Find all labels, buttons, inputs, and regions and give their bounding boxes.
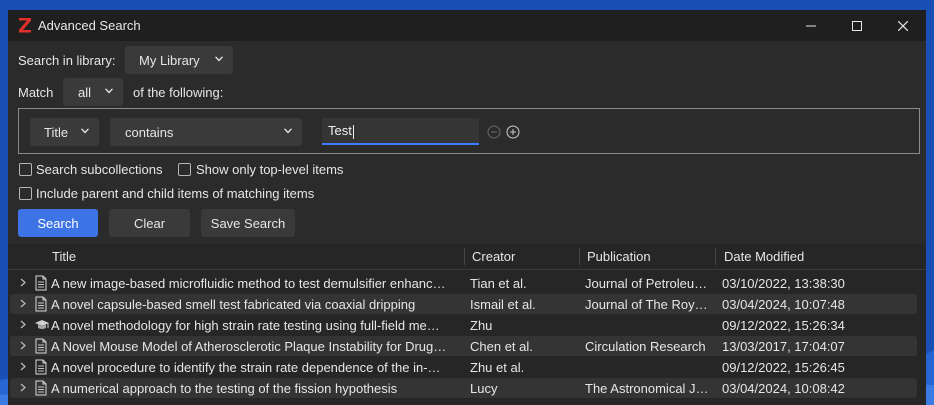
chevron-down-icon (284, 128, 292, 134)
remove-condition-icon[interactable] (487, 125, 501, 139)
cell-publication: The Astronomical J… (585, 381, 709, 396)
conditions-box: Title contains Test (18, 108, 920, 154)
maximize-icon (852, 20, 862, 31)
document-icon (34, 296, 48, 315)
chevron-right-icon[interactable] (20, 341, 26, 350)
match-suffix-label: of the following: (133, 85, 224, 100)
parent-child-label: Include parent and child items of matchi… (36, 186, 315, 201)
cell-publication: Journal of Petroleu… (585, 276, 708, 291)
table-row[interactable]: A new image-based microfluidic method to… (10, 273, 917, 293)
subcollections-label: Search subcollections (36, 162, 163, 177)
cell-date-modified: 09/12/2022, 15:26:45 (722, 360, 845, 375)
table-row[interactable]: A numerical approach to the testing of t… (10, 378, 917, 398)
subcollections-checkbox[interactable] (19, 163, 32, 176)
cell-date-modified: 03/04/2024, 10:08:42 (722, 381, 845, 396)
close-icon (898, 20, 908, 31)
match-mode-value: all (78, 84, 92, 100)
document-icon (34, 380, 48, 399)
table-row[interactable]: A novel methodology for high strain rate… (10, 315, 917, 335)
table-row[interactable]: A novel capsule-based smell test fabrica… (10, 294, 917, 314)
column-divider[interactable] (464, 248, 465, 265)
results-header: Title Creator Publication Date Modified (8, 244, 926, 270)
table-row[interactable]: A novel procedure to identify the strain… (10, 357, 917, 377)
title-bar: Advanced Search (8, 10, 926, 41)
condition-operator-value: contains (125, 124, 174, 140)
minimize-button[interactable] (788, 10, 834, 41)
column-header-title[interactable]: Title (52, 249, 76, 264)
cell-title: A new image-based microfluidic method to… (51, 276, 446, 291)
chevron-right-icon[interactable] (20, 362, 26, 371)
match-mode-select[interactable]: all (63, 78, 123, 106)
column-header-publication[interactable]: Publication (587, 249, 651, 264)
cell-publication: Circulation Research (585, 339, 706, 354)
add-condition-icon[interactable] (506, 125, 520, 139)
cell-creator: Zhu et al. (470, 360, 525, 375)
condition-field-select[interactable]: Title (30, 118, 99, 146)
save-search-button[interactable]: Save Search (201, 209, 295, 237)
results-table: Title Creator Publication Date Modified … (8, 244, 926, 405)
chevron-right-icon[interactable] (20, 299, 26, 308)
text-caret (352, 124, 354, 139)
cell-creator: Lucy (470, 381, 498, 396)
cell-title: A novel procedure to identify the strain… (51, 360, 441, 375)
cell-title: A Novel Mouse Model of Atherosclerotic P… (51, 339, 447, 354)
minimize-icon (806, 25, 816, 26)
cell-date-modified: 03/10/2022, 13:38:30 (722, 276, 845, 291)
cell-creator: Ismail et al. (470, 297, 536, 312)
advanced-search-window: Advanced Search Search in library: My Li… (8, 10, 926, 405)
chevron-right-icon[interactable] (20, 383, 26, 392)
column-header-date-modified[interactable]: Date Modified (724, 249, 804, 264)
cell-title: A novel capsule-based smell test fabrica… (51, 297, 416, 312)
document-icon (34, 359, 48, 378)
table-row[interactable]: A Novel Mouse Model of Atherosclerotic P… (10, 336, 917, 356)
column-header-creator[interactable]: Creator (472, 249, 515, 264)
cell-creator: Chen et al. (470, 339, 533, 354)
document-icon (34, 275, 48, 294)
clear-button[interactable]: Clear (109, 209, 190, 237)
thesis-icon (34, 317, 50, 336)
condition-operator-select[interactable]: contains (110, 118, 302, 146)
chevron-down-icon (215, 56, 223, 62)
cell-creator: Zhu (470, 318, 493, 333)
chevron-right-icon[interactable] (20, 278, 26, 287)
condition-field-value: Title (44, 124, 69, 140)
condition-value-text: Test (328, 123, 352, 138)
cell-date-modified: 03/04/2024, 10:07:48 (722, 297, 845, 312)
window-title: Advanced Search (38, 18, 141, 33)
cell-creator: Tian et al. (470, 276, 527, 291)
maximize-button[interactable] (834, 10, 880, 41)
top-level-label: Show only top-level items (196, 162, 344, 177)
cell-date-modified: 09/12/2022, 15:26:34 (722, 318, 845, 333)
search-in-label: Search in library: (18, 53, 116, 68)
condition-value-input[interactable]: Test (322, 118, 479, 145)
column-divider[interactable] (579, 248, 580, 265)
library-select[interactable]: My Library (125, 46, 233, 74)
cell-publication: Journal of The Roy… (585, 297, 708, 312)
chevron-down-icon (105, 88, 113, 94)
chevron-down-icon (81, 128, 89, 134)
search-button[interactable]: Search (18, 209, 98, 237)
zotero-logo-icon (19, 18, 31, 33)
cell-date-modified: 13/03/2017, 17:04:07 (722, 339, 845, 354)
document-icon (34, 338, 48, 357)
close-button[interactable] (880, 10, 926, 41)
cell-title: A novel methodology for high strain rate… (51, 318, 440, 333)
match-label: Match (18, 85, 54, 100)
parent-child-checkbox[interactable] (19, 187, 32, 200)
top-level-checkbox[interactable] (178, 163, 191, 176)
cell-title: A numerical approach to the testing of t… (51, 381, 398, 396)
column-divider[interactable] (715, 248, 716, 265)
chevron-right-icon[interactable] (20, 320, 26, 329)
library-select-value: My Library (139, 52, 200, 68)
